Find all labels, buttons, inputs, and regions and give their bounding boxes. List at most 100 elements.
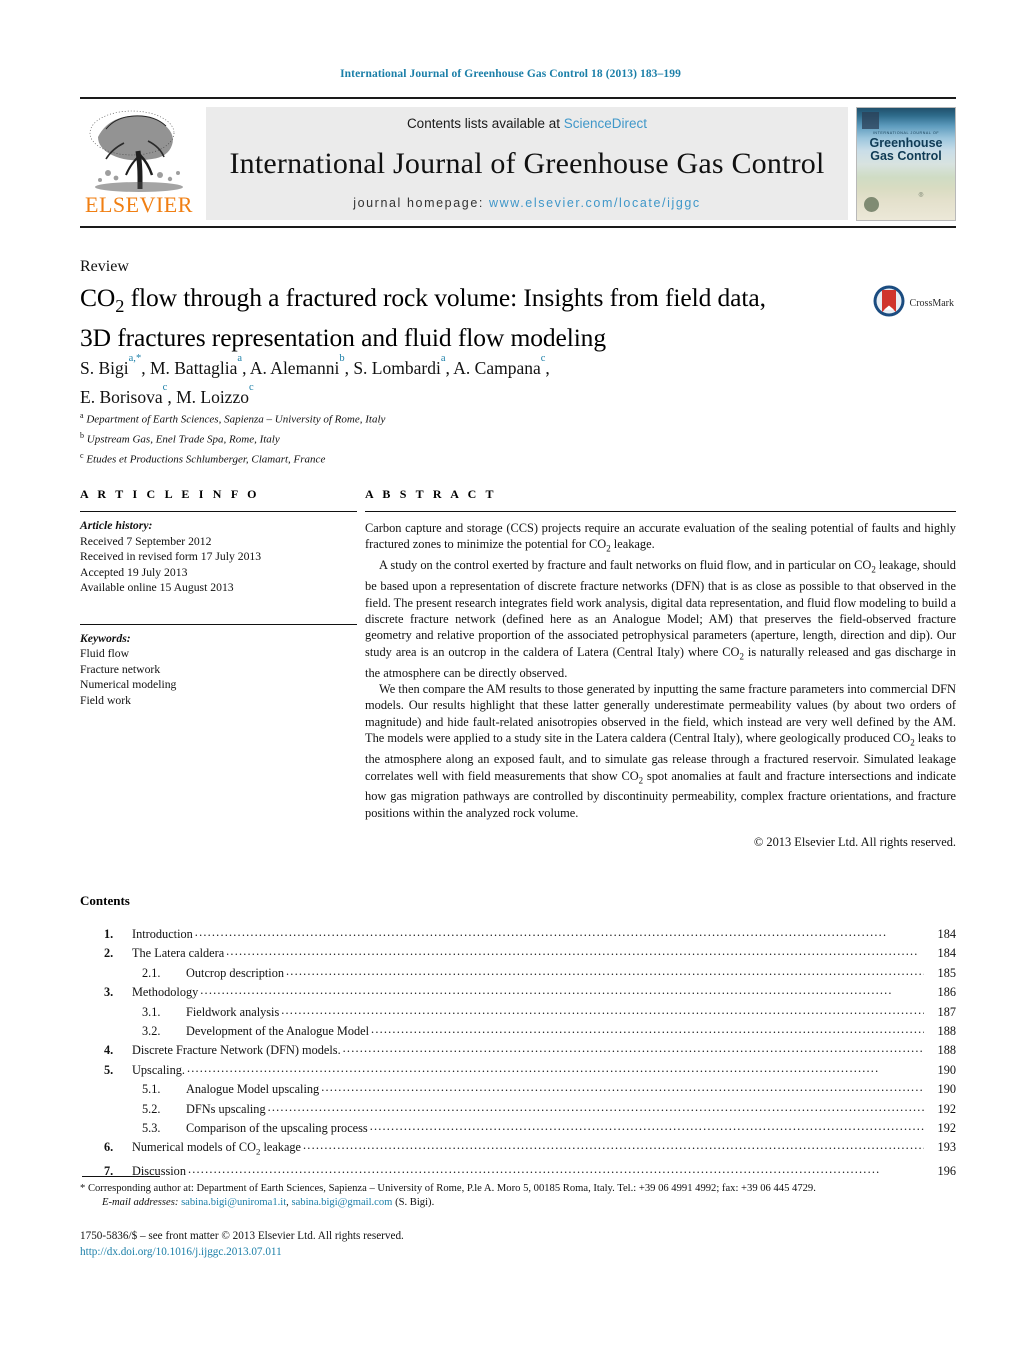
toc-leader: ........................................…	[342, 1041, 924, 1056]
elsevier-wordmark: ELSEVIER	[85, 192, 193, 217]
abstract-body: Carbon capture and storage (CCS) project…	[365, 512, 956, 851]
journal-masthead: ELSEVIER Contents lists available at Sci…	[80, 97, 956, 228]
toc-page: 190	[937, 1082, 956, 1097]
toc-label: The Latera caldera	[132, 946, 225, 961]
affiliation-item: c Etudes et Productions Schlumberger, Cl…	[80, 451, 326, 466]
article-history-label: Article history:	[80, 519, 153, 532]
affiliation-text: Upstream Gas, Enel Trade Spa, Rome, Ital…	[86, 433, 280, 446]
abstract-paragraph: A study on the control exerted by fractu…	[365, 558, 957, 680]
toc-leader: ........................................…	[369, 1119, 924, 1134]
toc-page: 184	[937, 946, 956, 961]
doi-link[interactable]: http://dx.doi.org/10.1016/j.ijggc.2013.0…	[80, 1244, 956, 1260]
journal-cover-thumbnail: INTERNATIONAL JOURNAL OF Greenhouse Gas …	[856, 107, 956, 221]
elsevier-tree-icon	[86, 107, 192, 193]
keyword-item: Numerical modeling	[80, 678, 177, 691]
journal-article-first-page: International Journal of Greenhouse Gas …	[0, 0, 1021, 1351]
article-info-column: A R T I C L E I N F O Article history: R…	[80, 487, 357, 851]
toc-number: 5.	[104, 1062, 114, 1077]
abstract-heading: A B S T R A C T	[365, 487, 497, 501]
email-suffix: (S. Bigi).	[395, 1197, 435, 1209]
toc-number: 2.1.	[142, 965, 161, 980]
article-title-line-2: 3D fractures representation and fluid fl…	[80, 323, 606, 353]
toc-page: 185	[937, 965, 956, 980]
keyword-item: Field work	[80, 693, 131, 707]
crossmark-icon	[872, 284, 906, 323]
toc-leader: ........................................…	[281, 1002, 924, 1017]
toc-number: 4.	[104, 1043, 114, 1058]
toc-number: 3.	[104, 985, 114, 1000]
journal-band: Contents lists available at ScienceDirec…	[206, 107, 848, 220]
toc-page: 192	[937, 1101, 956, 1116]
journal-title: International Journal of Greenhouse Gas …	[229, 146, 825, 180]
cover-title: Greenhouse Gas Control	[869, 136, 943, 163]
toc-leader: ........................................…	[226, 944, 919, 959]
toc-number: 7.	[104, 1164, 114, 1179]
toc-leader: ........................................…	[194, 925, 888, 939]
crossmark-label: CrossMark	[909, 298, 954, 309]
history-item: Received in revised form 17 July 2013	[80, 550, 262, 563]
toc-number: 6.	[104, 1140, 114, 1155]
keywords-block: Keywords: Fluid flow Fracture network Nu…	[80, 618, 357, 709]
imprint-block: 1750-5836/$ – see front matter © 2013 El…	[80, 1228, 956, 1260]
toc-page: 190	[937, 1062, 956, 1077]
toc-leader: ........................................…	[286, 963, 924, 978]
toc-page: 184	[937, 927, 956, 941]
keyword-item: Fracture network	[80, 662, 161, 676]
toc-leader: ........................................…	[267, 1099, 924, 1114]
homepage-link[interactable]: www.elsevier.com/locate/ijggc	[489, 196, 701, 210]
elsevier-logo: ELSEVIER	[80, 103, 198, 226]
affiliation-text: Etudes et Productions Schlumberger, Clam…	[86, 453, 326, 466]
toc-label: DFNs upscaling	[186, 1101, 266, 1116]
email-note: E-mail addresses: sabina.bigi@uniroma1.i…	[102, 1197, 435, 1209]
article-title-line-1: CO2 flow through a fractured rock volume…	[80, 283, 766, 317]
toc-number: 5.2.	[142, 1101, 161, 1116]
title-row: CO2 flow through a fractured rock volume…	[80, 282, 956, 353]
toc-leader: ........................................…	[371, 1022, 924, 1037]
toc-leader: ........................................…	[186, 1060, 880, 1075]
toc-leader: ........................................…	[200, 983, 893, 998]
crossmark-badge[interactable]: CrossMark	[872, 284, 954, 323]
keyword-item: Fluid flow	[80, 647, 130, 660]
email-link-2[interactable]: sabina.bigi@gmail.com	[291, 1197, 392, 1208]
affiliation-text: Department of Earth Sciences, Sapienza –…	[86, 413, 386, 426]
issn-line: 1750-5836/$ – see front matter © 2013 El…	[80, 1230, 404, 1242]
cover-superline: INTERNATIONAL JOURNAL OF	[872, 131, 940, 135]
contents-available-text: Contents lists available at	[406, 116, 564, 131]
table-of-contents: 1. Introduction ........................…	[80, 925, 956, 1182]
footnote-rule	[82, 1176, 160, 1177]
history-item: Received 7 September 2012	[80, 534, 212, 548]
toc-page: 193	[937, 1140, 956, 1155]
abstract-column: A B S T R A C T Carbon capture and stora…	[357, 487, 956, 851]
cover-publisher-icon: ◎	[918, 192, 924, 198]
toc-entry[interactable]: 7. Discussion ..........................…	[80, 1162, 956, 1181]
affiliation-item: b Upstream Gas, Enel Trade Spa, Rome, It…	[80, 431, 280, 446]
sciencedirect-link[interactable]: ScienceDirect	[564, 116, 647, 131]
toc-leader: ........................................…	[187, 1162, 881, 1177]
contents-available-line: Contents lists available at ScienceDirec…	[407, 116, 647, 131]
toc-label: Numerical models of CO2 leakage	[132, 1140, 302, 1157]
history-item: Accepted 19 July 2013	[80, 565, 188, 579]
toc-page: 188	[937, 1024, 956, 1039]
author-line-2: E. Borisovac, M. Loizzoc	[80, 381, 254, 407]
toc-number: 5.1.	[142, 1082, 161, 1097]
abstract-paragraph: Carbon capture and storage (CCS) project…	[365, 521, 956, 554]
toc-label: Development of the Analogue Model	[186, 1024, 370, 1039]
page-title: CO2 flow through a fractured rock volume…	[80, 282, 766, 353]
email-link-1[interactable]: sabina.bigi@uniroma1.it	[181, 1197, 286, 1208]
toc-label: Fieldwork analysis	[186, 1004, 280, 1019]
corresponding-author-note: * Corresponding author at: Department of…	[80, 1183, 816, 1194]
toc-page: 192	[937, 1121, 956, 1136]
abstract-paragraph: We then compare the AM results to those …	[365, 682, 957, 820]
toc-entry[interactable]: 6. Numerical models of CO2 leakage .....…	[80, 1138, 956, 1162]
homepage-label: journal homepage:	[353, 196, 490, 210]
cover-elsevier-mark-icon	[862, 112, 879, 129]
affiliation-item: a Department of Earth Sciences, Sapienza…	[80, 411, 386, 426]
author-list: S. Bigia,*, M. Battagliaa, A. Alemannib,…	[80, 352, 956, 410]
toc-label: Discussion	[132, 1164, 186, 1179]
article-history-block: Article history: Received 7 September 20…	[80, 512, 357, 596]
footnote-block: * Corresponding author at: Department of…	[80, 1182, 956, 1211]
toc-number: 2.	[104, 946, 114, 961]
toc-label: Methodology	[132, 985, 199, 1000]
toc-number: 3.1.	[142, 1004, 161, 1019]
affiliation-list: a Department of Earth Sciences, Sapienza…	[80, 408, 956, 468]
